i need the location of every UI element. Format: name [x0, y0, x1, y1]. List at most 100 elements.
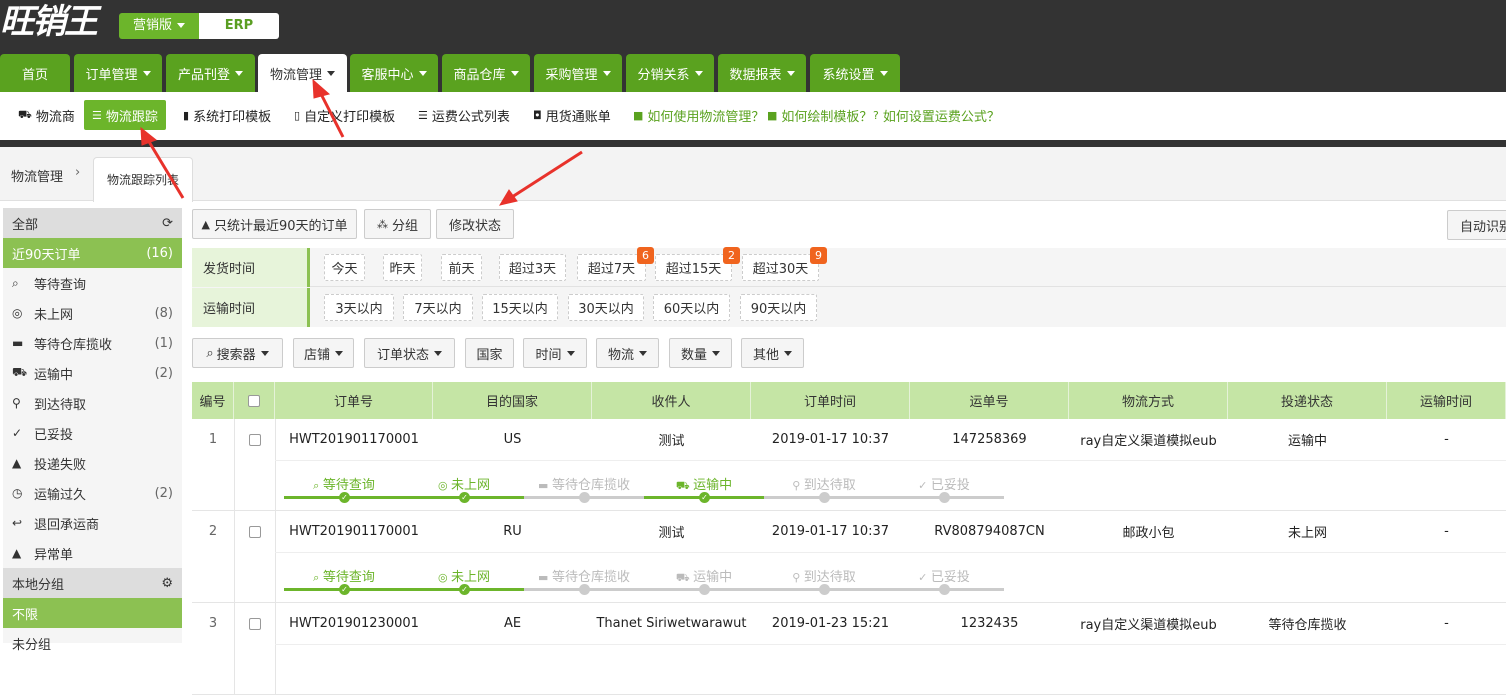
table-row[interactable]: 3 HWT201901230001 AE Thanet Siriwetwarawut 2…	[192, 603, 1506, 695]
sidebar-item-3[interactable]: ▬ 等待仓库揽收 (1)	[3, 328, 182, 358]
tab-tracking-list[interactable]: 物流跟踪列表	[93, 157, 193, 202]
tracking-progress: ⌕ 等待查询 ✓ ◎ 未上网 ✓ ▬ 等待仓库揽收 ⛟ 运输中 ✓ ⚲ 到达待取 ✓ 已妥投	[284, 464, 1004, 506]
nav-tab-3[interactable]: 物流管理	[258, 54, 347, 92]
column-header-0: 编号	[192, 382, 234, 419]
row-checkbox[interactable]	[248, 617, 261, 630]
auto-identify-button[interactable]: 自动识别	[1447, 210, 1506, 240]
subnav-item-3[interactable]: ▯ 自定义打印模板	[294, 100, 395, 130]
sidebar-item-8[interactable]: ◷ 运输过久 (2)	[3, 478, 182, 508]
cell-time: 2019-01-17 10:37	[771, 524, 890, 539]
table-row[interactable]: 2 HWT201901170001 RU 测试 2019-01-17 10:37 RV80…	[192, 511, 1506, 603]
subnav-item-8[interactable]: ? 如何设置运费公式？	[873, 100, 1000, 130]
select-all-checkbox[interactable]	[248, 394, 260, 407]
ship-time-chip[interactable]: 超过30天 9	[742, 247, 827, 281]
row-checkbox-cell[interactable]	[234, 511, 275, 552]
nav-tab-8[interactable]: 数据报表	[718, 54, 806, 92]
sidebar-item-count: (2)	[154, 365, 173, 381]
subnav-item-label: 物流跟踪	[105, 109, 158, 125]
notice-button[interactable]: ▲ 只统计最近90天的订单	[192, 209, 357, 239]
filter-button-2[interactable]: 订单状态	[364, 338, 455, 368]
sidebar-item-2[interactable]: ◎ 未上网 (8)	[3, 298, 182, 328]
filter-button-3[interactable]: 国家	[465, 338, 514, 368]
sidebar-item-4[interactable]: ⛟ 运输中 (2)	[3, 358, 182, 388]
refresh-icon[interactable]: ⟳	[162, 216, 173, 231]
transit-time-chip[interactable]: 15天以内	[482, 294, 558, 321]
sidebar-item-5[interactable]: ⚲ 到达待取	[3, 388, 182, 418]
cell-time: 2019-01-23 15:21	[771, 616, 890, 631]
filter-button-6[interactable]: 数量	[669, 338, 732, 368]
app-logo[interactable]: 旺销王	[0, 2, 98, 42]
sidebar-item-6[interactable]: ✓ 已妥投	[3, 418, 182, 448]
progress-step-text: 已妥投	[930, 478, 970, 493]
modify-status-button[interactable]: 修改状态	[436, 209, 514, 239]
ship-time-chip[interactable]: 超过15天 2	[655, 247, 740, 281]
nav-tab-4[interactable]: 客服中心	[350, 54, 438, 92]
sidebar-item-10[interactable]: ▲ 异常单	[3, 538, 182, 568]
transit-time-chip[interactable]: 7天以内	[403, 294, 473, 321]
chevron-down-icon	[177, 23, 185, 28]
sidebar-group-item-0[interactable]: 不限	[3, 598, 182, 628]
subnav-item-5[interactable]: ◘ 甩货通账单	[533, 100, 611, 130]
edition-dropdown[interactable]: 营销版	[119, 13, 199, 39]
row-checkbox-cell[interactable]	[234, 603, 275, 644]
sitemap-icon: ⁂	[376, 217, 388, 231]
filter-button-label: 物流	[607, 347, 634, 363]
column-header-1[interactable]	[234, 382, 275, 419]
transit-time-chip[interactable]: 90天以内	[740, 294, 817, 321]
transit-time-chip[interactable]: 30天以内	[568, 294, 644, 321]
nav-tab-5[interactable]: 商品仓库	[442, 54, 530, 92]
question-icon: ?	[873, 108, 879, 122]
filter-button-0[interactable]: ⌕ 搜索器	[192, 338, 283, 368]
filter-button-4[interactable]: 时间	[523, 338, 587, 368]
subnav-item-label: 自定义打印模板	[304, 109, 396, 125]
sidebar-item-9[interactable]: ↩ 退回承运商	[3, 508, 182, 538]
progress-step-text: 到达待取	[803, 478, 856, 493]
transit-time-chip[interactable]: 60天以内	[653, 294, 730, 321]
nav-tab-9[interactable]: 系统设置	[810, 54, 900, 92]
filter-button-5[interactable]: 物流	[596, 338, 659, 368]
sidebar-item-label: 退回承运商	[34, 517, 100, 533]
subnav-item-0[interactable]: ⛟ 物流商	[18, 100, 75, 130]
filter-button-1[interactable]: 店铺	[293, 338, 354, 368]
gear-icon[interactable]: ⚙	[161, 576, 173, 591]
ship-time-chip[interactable]: 超过7天 6	[577, 247, 654, 281]
subnav-item-7[interactable]: ■ 如何绘制模板？	[767, 100, 872, 130]
row-checkbox-cell[interactable]	[234, 419, 275, 460]
sidebar-item-count: (2)	[154, 485, 173, 501]
sidebar-item-0[interactable]: 近90天订单 (16)	[3, 238, 182, 268]
nav-tab-2[interactable]: 产品刊登	[166, 54, 255, 92]
reply-icon: ↩	[12, 516, 23, 530]
nav-tab-6[interactable]: 采购管理	[534, 54, 622, 92]
row-checkbox[interactable]	[248, 433, 261, 446]
cell-tracking: 1232435	[960, 616, 1019, 631]
subnav-item-6[interactable]: ■ 如何使用物流管理？	[633, 100, 764, 130]
subnav-item-2[interactable]: ▮ 系统打印模板	[183, 100, 271, 130]
nav-tab-label: 首页	[21, 67, 48, 83]
cell-recipient: Thanet Siriwetwarawut	[596, 616, 747, 631]
nav-tab-0[interactable]: 首页	[0, 54, 70, 92]
table-row[interactable]: 1 HWT201901170001 US 测试 2019-01-17 10:37 1472…	[192, 419, 1506, 511]
transit-time-chip[interactable]: 3天以内	[324, 294, 394, 321]
sidebar-item-1[interactable]: ⌕ 等待查询	[3, 268, 182, 298]
eye-slash-icon: ◎	[437, 479, 452, 492]
row-checkbox[interactable]	[248, 525, 261, 538]
subnav-item-4[interactable]: ☰ 运费公式列表	[418, 100, 510, 130]
nav-tab-7[interactable]: 分销关系	[626, 54, 714, 92]
ship-time-chip[interactable]: 今天	[324, 254, 365, 281]
subnav-item-1[interactable]: ☰ 物流跟踪	[84, 100, 166, 130]
ship-time-chip[interactable]: 昨天	[383, 254, 422, 281]
sidebar-item-7[interactable]: ▲ 投递失败	[3, 448, 182, 478]
subnav-item-label: 如何设置运费公式？	[882, 109, 1000, 125]
breadcrumb-root[interactable]: 物流管理	[11, 166, 63, 185]
filter-button-7[interactable]: 其他	[741, 338, 804, 368]
ship-time-chip[interactable]: 前天	[441, 254, 482, 281]
erp-button[interactable]: ERP	[199, 13, 279, 39]
coffee-icon: ▬	[538, 479, 552, 492]
edition-switch[interactable]: 营销版 ERP	[119, 13, 279, 39]
sidebar-group-item-1[interactable]: 未分组	[3, 628, 182, 658]
group-button[interactable]: ⁂ 分组	[364, 209, 431, 239]
nav-tab-1[interactable]: 订单管理	[74, 54, 162, 92]
ship-time-chip[interactable]: 超过3天	[499, 254, 566, 281]
truck-icon: ⛟	[675, 571, 694, 584]
sidebar-header[interactable]: 全部 ⟳	[3, 208, 182, 238]
